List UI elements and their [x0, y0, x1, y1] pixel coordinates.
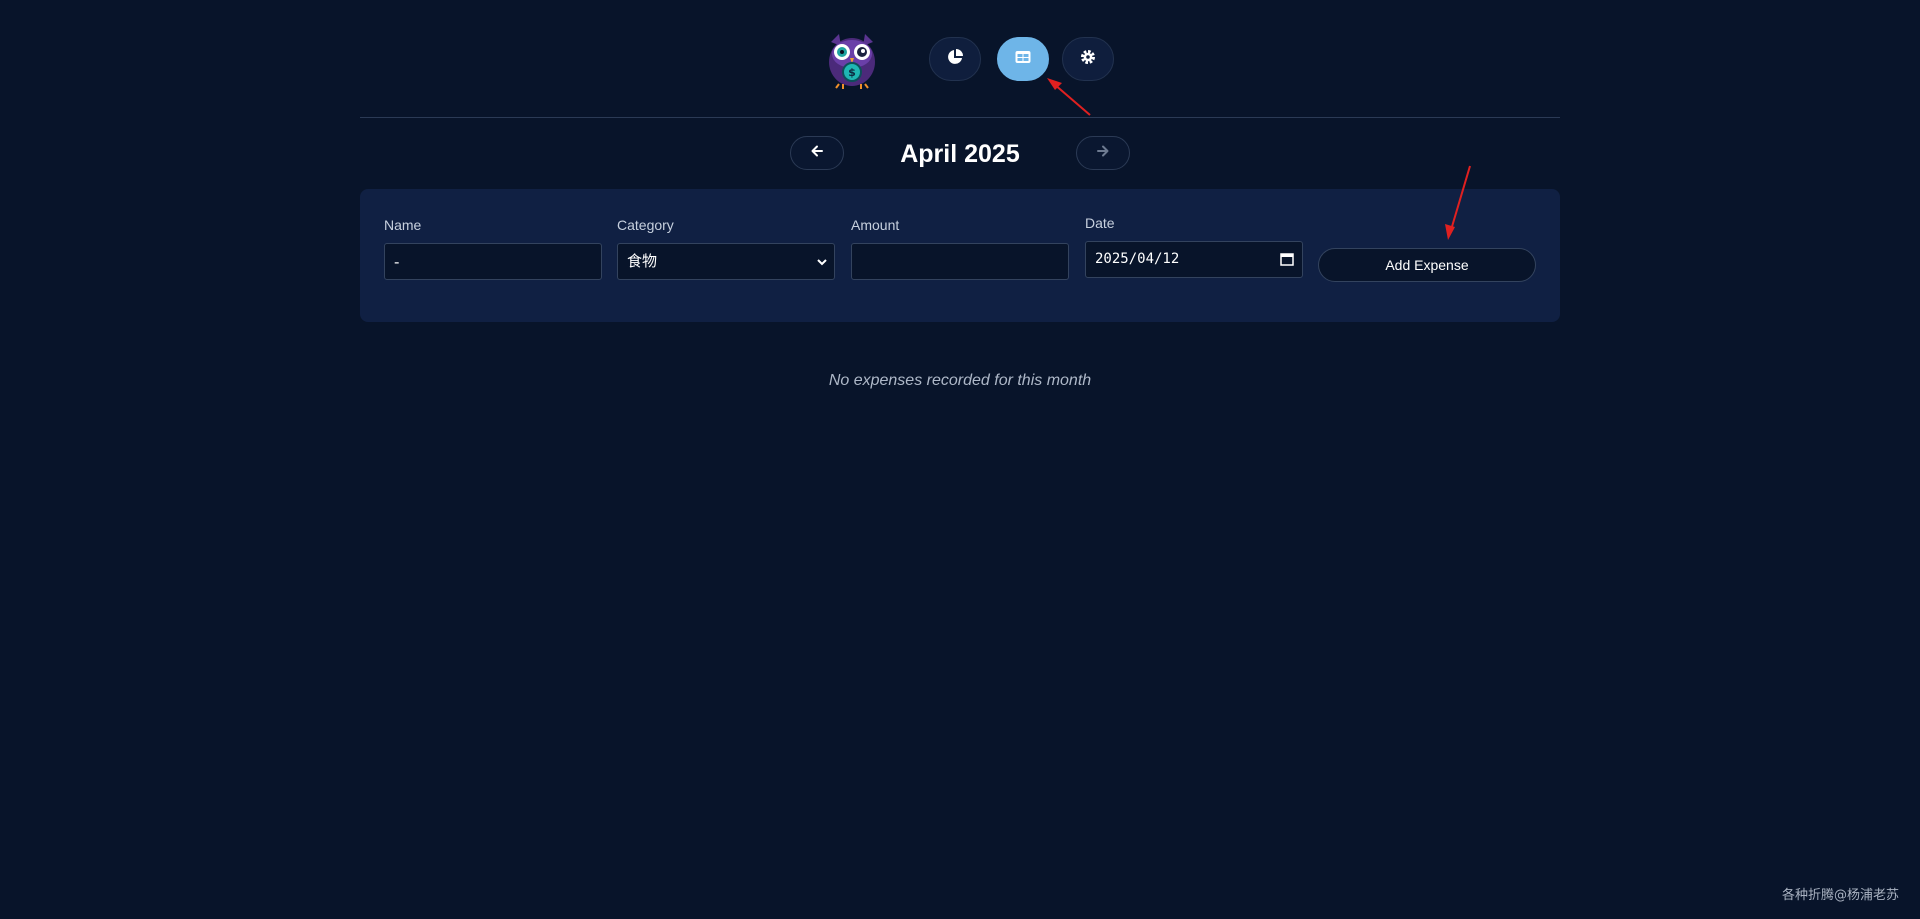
date-label: Date: [1085, 215, 1115, 231]
nav-dashboard-button[interactable]: [929, 37, 981, 81]
previous-month-button[interactable]: [790, 136, 844, 170]
name-label: Name: [384, 217, 422, 233]
amount-field-group: Amount: [851, 217, 1069, 280]
next-month-button[interactable]: [1076, 136, 1130, 170]
pie-chart-icon: [946, 48, 964, 71]
add-expense-form: Name Category 食物 Amount Date 2025/04/12 …: [360, 189, 1560, 322]
owl-logo: $: [819, 28, 885, 90]
svg-text:$: $: [848, 66, 856, 79]
arrow-right-icon: [1096, 144, 1110, 163]
table-icon: [1014, 48, 1032, 71]
category-selected-value: 食物: [617, 243, 835, 280]
empty-state-message: No expenses recorded for this month: [828, 372, 1092, 389]
month-navigator: April 2025: [790, 136, 1130, 170]
watermark: 各种折腾@杨浦老苏: [1781, 888, 1899, 903]
gear-icon: [1079, 48, 1097, 71]
category-field-group: Category 食物: [617, 217, 835, 280]
nav-expenses-table-button[interactable]: [997, 37, 1049, 81]
amount-input[interactable]: [851, 243, 1069, 280]
name-field-group: Name: [384, 217, 602, 280]
date-value: 2025/04/12: [1085, 241, 1303, 278]
amount-label: Amount: [851, 217, 900, 233]
arrow-left-icon: [810, 144, 824, 163]
add-expense-button[interactable]: Add Expense: [1318, 248, 1536, 282]
date-field-group: Date 2025/04/12: [1085, 215, 1303, 278]
category-select[interactable]: 食物: [617, 243, 835, 280]
name-input[interactable]: [384, 243, 602, 280]
date-input[interactable]: 2025/04/12: [1085, 241, 1303, 278]
category-label: Category: [617, 217, 674, 233]
header-bar: $: [360, 0, 1560, 118]
nav-settings-button[interactable]: [1062, 37, 1114, 81]
month-title: April 2025: [900, 140, 1020, 168]
